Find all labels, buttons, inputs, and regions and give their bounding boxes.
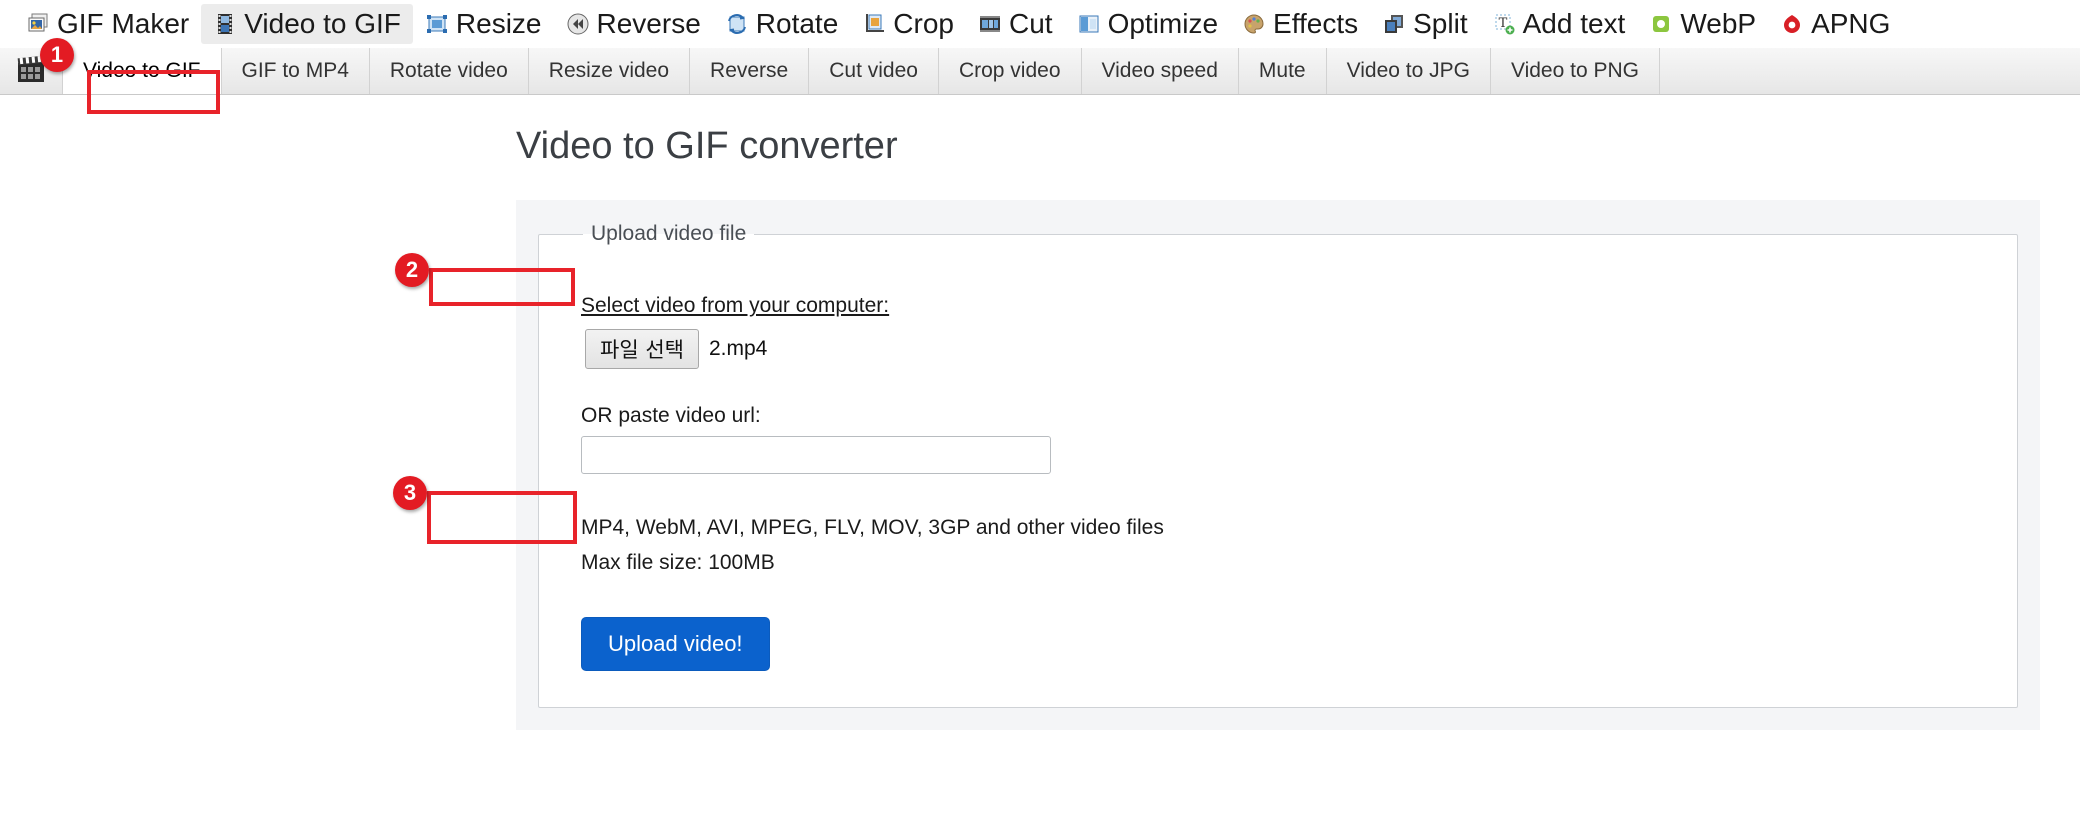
- subnav-item-label: Rotate video: [389, 59, 508, 82]
- subnav-item-label: Video to JPG: [1346, 59, 1470, 82]
- nav-item-label: APNG: [1811, 8, 1891, 39]
- nav-item-cut[interactable]: Cut: [966, 4, 1065, 44]
- sub-navigation-bar: Video to GIF GIF to MP4 Rotate video Res…: [0, 48, 2080, 95]
- cut-icon: [978, 12, 1002, 36]
- fieldset-legend: Upload video file: [591, 222, 747, 245]
- webp-icon: [1649, 12, 1673, 36]
- split-icon: [1382, 12, 1406, 36]
- subnav-item-reverse[interactable]: Reverse: [690, 48, 810, 94]
- upload-video-button[interactable]: Upload video!: [581, 617, 770, 672]
- subnav-item-cut-video[interactable]: Cut video: [809, 48, 939, 94]
- clapperboard-icon: [14, 53, 48, 90]
- subnav-item-label: Video speed: [1101, 59, 1218, 82]
- upload-video-file-fieldset: Upload video file Select video from your…: [538, 222, 2018, 709]
- nav-item-label: Crop: [893, 8, 954, 39]
- subnav-item-label: Crop video: [958, 59, 1061, 82]
- subnav-item-label: Mute: [1258, 59, 1306, 82]
- nav-item-label: WebP: [1680, 8, 1757, 39]
- nav-item-optimize[interactable]: Optimize: [1065, 4, 1230, 44]
- effects-palette-icon: [1242, 12, 1266, 36]
- subnav-item-crop-video[interactable]: Crop video: [939, 48, 1082, 94]
- nav-item-webp[interactable]: WebP: [1637, 4, 1768, 44]
- subnav-item-label: Video to PNG: [1510, 59, 1639, 82]
- subnav-empty-space: [1660, 48, 2080, 94]
- subnav-item-rotate-video[interactable]: Rotate video: [370, 48, 529, 94]
- page-title: Video to GIF converter: [516, 125, 898, 167]
- paste-url-label: OR paste video url:: [581, 404, 761, 427]
- select-video-label: Select video from your computer:: [581, 294, 890, 317]
- add-text-icon: T: [1492, 12, 1516, 36]
- nav-item-label: Split: [1413, 8, 1468, 39]
- film-strip-icon: [213, 12, 237, 36]
- apng-icon: [1780, 12, 1804, 36]
- subnav-item-video-to-gif[interactable]: Video to GIF: [62, 48, 222, 94]
- nav-item-rotate[interactable]: Rotate: [713, 4, 851, 44]
- nav-item-crop[interactable]: Crop: [850, 4, 966, 44]
- site-logo[interactable]: [0, 48, 62, 94]
- nav-item-effects[interactable]: Effects: [1230, 4, 1370, 44]
- nav-item-add-text[interactable]: T Add text: [1480, 4, 1638, 44]
- nav-item-reverse[interactable]: Reverse: [554, 4, 713, 44]
- subnav-item-resize-video[interactable]: Resize video: [529, 48, 691, 94]
- nav-item-apng[interactable]: APNG: [1768, 4, 1902, 44]
- nav-item-label: Add text: [1522, 8, 1626, 39]
- subnav-item-video-speed[interactable]: Video speed: [1082, 48, 1239, 94]
- subnav-item-label: Video to GIF: [83, 59, 201, 82]
- sub-nav-items: Video to GIF GIF to MP4 Rotate video Res…: [62, 48, 2080, 94]
- upload-panel: Upload video file Select video from your…: [516, 200, 2040, 731]
- nav-item-label: Reverse: [596, 8, 701, 39]
- subnav-item-label: Cut video: [829, 59, 918, 82]
- nav-item-resize[interactable]: Resize: [413, 4, 554, 44]
- choose-file-button[interactable]: 파일 선택: [585, 329, 699, 369]
- nav-item-label: Cut: [1008, 8, 1053, 39]
- main-content: Video to GIF converter Upload video file…: [0, 95, 2080, 731]
- subnav-item-label: Reverse: [710, 59, 789, 82]
- resize-icon: [425, 12, 449, 36]
- nav-item-gif-maker[interactable]: GIF Maker: [14, 4, 201, 44]
- nav-item-label: Rotate: [755, 8, 839, 39]
- file-input[interactable]: 파일 선택 2.mp4: [581, 326, 771, 372]
- subnav-item-mute[interactable]: Mute: [1239, 48, 1327, 94]
- gif-maker-icon: [26, 12, 50, 36]
- subnav-item-label: GIF to MP4: [241, 59, 349, 82]
- subnav-item-gif-to-mp4[interactable]: GIF to MP4: [222, 48, 370, 94]
- selected-file-name: 2.mp4: [708, 337, 768, 360]
- supported-formats-text: MP4, WebM, AVI, MPEG, FLV, MOV, 3GP and …: [581, 516, 1164, 539]
- nav-item-label: Effects: [1273, 8, 1359, 39]
- rotate-icon: [725, 12, 749, 36]
- max-file-size-text: Max file size: 100MB: [581, 550, 775, 574]
- subnav-item-video-to-jpg[interactable]: Video to JPG: [1327, 48, 1491, 94]
- nav-item-split[interactable]: Split: [1370, 4, 1479, 44]
- crop-icon: [862, 12, 886, 36]
- nav-item-label: Resize: [455, 8, 542, 39]
- nav-item-label: Video to GIF: [244, 8, 401, 39]
- main-navigation-bar: GIF Maker Video to GIF Resize Reverse Ro…: [0, 0, 2080, 48]
- reverse-icon: [566, 12, 590, 36]
- nav-item-video-to-gif[interactable]: Video to GIF: [201, 4, 413, 44]
- video-url-input[interactable]: [581, 436, 1051, 474]
- file-select-block: Select video from your computer: 파일 선택 2…: [567, 294, 1989, 672]
- subnav-item-video-to-png[interactable]: Video to PNG: [1491, 48, 1660, 94]
- nav-item-label: GIF Maker: [57, 8, 190, 39]
- optimize-icon: [1077, 12, 1101, 36]
- subnav-item-label: Resize video: [548, 59, 670, 82]
- nav-item-label: Optimize: [1107, 8, 1219, 39]
